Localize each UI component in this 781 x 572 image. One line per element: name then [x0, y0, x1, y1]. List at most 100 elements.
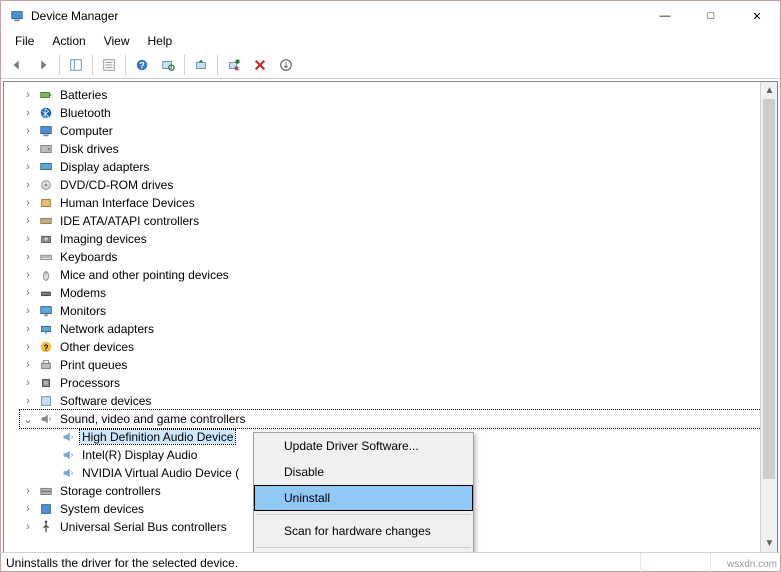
category-label: Computer: [58, 124, 115, 138]
menu-help[interactable]: Help: [140, 32, 181, 50]
scroll-up-icon[interactable]: ▲: [761, 82, 778, 99]
forward-button[interactable]: [31, 53, 55, 77]
status-text: Uninstalls the driver for the selected d…: [0, 553, 641, 572]
menu-action[interactable]: Action: [44, 32, 93, 50]
ctx-update-driver[interactable]: Update Driver Software...: [254, 433, 473, 459]
menu-file[interactable]: File: [7, 32, 42, 50]
category-label: Batteries: [58, 88, 109, 102]
ctx-disable[interactable]: Disable: [254, 459, 473, 485]
expand-icon[interactable]: ›: [20, 249, 36, 265]
expand-icon[interactable]: ›: [20, 339, 36, 355]
disable-button[interactable]: [222, 53, 246, 77]
tree-category[interactable]: › DVD/CD-ROM drives: [20, 176, 775, 194]
toolbar: ?: [1, 51, 780, 79]
category-icon: [38, 141, 54, 157]
scan-hardware-button[interactable]: [156, 53, 180, 77]
expand-icon[interactable]: ›: [20, 483, 36, 499]
update-driver-button[interactable]: [189, 53, 213, 77]
show-hide-tree-button[interactable]: [64, 53, 88, 77]
tree-category[interactable]: ›Keyboards: [20, 248, 775, 266]
expand-icon[interactable]: ›: [20, 321, 36, 337]
category-icon: [38, 501, 54, 517]
tree-category[interactable]: ›Software devices: [20, 392, 775, 410]
tree-category[interactable]: ⌄Sound, video and game controllers: [20, 410, 775, 428]
speaker-icon: [60, 429, 76, 445]
category-icon: [38, 393, 54, 409]
vertical-scrollbar[interactable]: ▲ ▼: [760, 82, 777, 552]
scroll-thumb[interactable]: [763, 99, 775, 479]
category-label: DVD/CD-ROM drives: [58, 178, 175, 192]
minimize-button[interactable]: —: [642, 1, 688, 31]
context-menu: Update Driver Software... Disable Uninst…: [253, 432, 474, 553]
category-label: Storage controllers: [58, 484, 163, 498]
tree-category[interactable]: ›Human Interface Devices: [20, 194, 775, 212]
status-bar: Uninstalls the driver for the selected d…: [0, 552, 781, 572]
category-icon: [38, 411, 54, 427]
menu-view[interactable]: View: [96, 32, 138, 50]
tree-category[interactable]: › Monitors: [20, 302, 775, 320]
menu-bar: File Action View Help: [1, 31, 780, 51]
tree-category[interactable]: › Bluetooth: [20, 104, 775, 122]
expand-icon[interactable]: ›: [20, 519, 36, 535]
category-icon: [38, 87, 54, 103]
expand-icon[interactable]: ›: [20, 393, 36, 409]
category-label: Network adapters: [58, 322, 156, 336]
tree-category[interactable]: ›Imaging devices: [20, 230, 775, 248]
expand-icon[interactable]: ›: [20, 285, 36, 301]
expand-icon[interactable]: ›: [20, 267, 36, 283]
expand-icon[interactable]: ›: [20, 375, 36, 391]
expand-icon[interactable]: ›: [20, 177, 36, 193]
properties-button[interactable]: [97, 53, 121, 77]
maximize-button[interactable]: □: [688, 1, 734, 31]
tree-category[interactable]: ›Mice and other pointing devices: [20, 266, 775, 284]
category-label: Processors: [58, 376, 122, 390]
tree-category[interactable]: ›? Other devices: [20, 338, 775, 356]
svg-text:?: ?: [139, 60, 144, 70]
tree-category[interactable]: › Processors: [20, 374, 775, 392]
category-label: Bluetooth: [58, 106, 113, 120]
category-icon: [38, 285, 54, 301]
scroll-down-icon[interactable]: ▼: [761, 535, 778, 552]
help-button[interactable]: ?: [130, 53, 154, 77]
tree-category[interactable]: › Batteries: [20, 86, 775, 104]
expand-icon[interactable]: ›: [20, 159, 36, 175]
expand-icon[interactable]: ›: [20, 231, 36, 247]
category-icon: [38, 267, 54, 283]
category-label: Other devices: [58, 340, 136, 354]
expand-icon[interactable]: ›: [20, 195, 36, 211]
category-icon: [38, 303, 54, 319]
category-icon: [38, 159, 54, 175]
tree-category[interactable]: › Network adapters: [20, 320, 775, 338]
watermark: wsxdn.com: [727, 559, 777, 570]
category-icon: [38, 249, 54, 265]
tree-category[interactable]: ›IDE ATA/ATAPI controllers: [20, 212, 775, 230]
uninstall-button[interactable]: [248, 53, 272, 77]
enable-button[interactable]: [274, 53, 298, 77]
tree-category[interactable]: › Modems: [20, 284, 775, 302]
category-icon: ?: [38, 339, 54, 355]
expand-icon[interactable]: ›: [20, 501, 36, 517]
category-label: Monitors: [58, 304, 108, 318]
ctx-scan[interactable]: Scan for hardware changes: [254, 518, 473, 544]
device-label: NVIDIA Virtual Audio Device (: [80, 466, 241, 480]
tree-category[interactable]: ›Disk drives: [20, 140, 775, 158]
category-label: Modems: [58, 286, 108, 300]
collapse-icon[interactable]: ⌄: [20, 411, 36, 427]
ctx-uninstall[interactable]: Uninstall: [254, 485, 473, 511]
window-buttons: — □ ✕: [642, 1, 780, 31]
tree-category[interactable]: ›Print queues: [20, 356, 775, 374]
expand-icon[interactable]: ›: [20, 87, 36, 103]
category-label: Display adapters: [58, 160, 151, 174]
expand-icon[interactable]: ›: [20, 357, 36, 373]
tree-category[interactable]: › Computer: [20, 122, 775, 140]
expand-icon[interactable]: ›: [20, 123, 36, 139]
expand-icon[interactable]: ›: [20, 213, 36, 229]
expand-icon[interactable]: ›: [20, 141, 36, 157]
window-title: Device Manager: [31, 9, 642, 23]
category-icon: [38, 177, 54, 193]
tree-category[interactable]: › Display adapters: [20, 158, 775, 176]
expand-icon[interactable]: ›: [20, 105, 36, 121]
close-button[interactable]: ✕: [734, 1, 780, 31]
expand-icon[interactable]: ›: [20, 303, 36, 319]
back-button[interactable]: [5, 53, 29, 77]
